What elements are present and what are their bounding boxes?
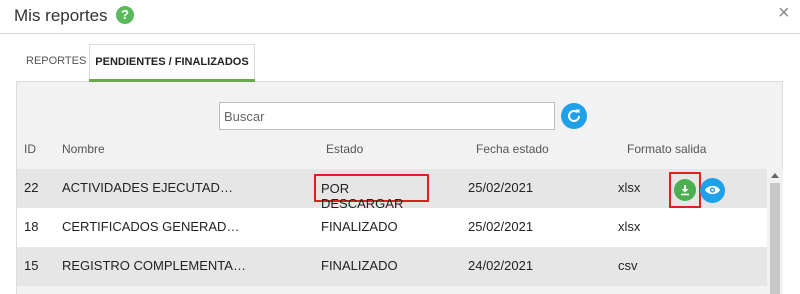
help-icon[interactable]: ? — [116, 6, 134, 24]
row-id: 15 — [24, 258, 39, 273]
table-row[interactable]: 18 CERTIFICADOS GENERAD… FINALIZADO 25/0… — [17, 208, 767, 247]
eye-icon — [705, 185, 720, 195]
row-date: 25/02/2021 — [468, 219, 534, 234]
download-highlight — [669, 172, 701, 208]
table-scrollbar[interactable] — [767, 169, 783, 294]
status-highlight: POR DESCARGAR — [314, 174, 429, 211]
column-header-id: ID — [24, 142, 36, 156]
row-status: FINALIZADO — [321, 258, 398, 273]
search-input[interactable] — [219, 102, 555, 130]
scroll-up-icon[interactable] — [771, 173, 779, 178]
row-format: xlsx — [618, 180, 641, 195]
row-format: csv — [618, 258, 638, 273]
column-header-nombre: Nombre — [62, 142, 105, 156]
table-row[interactable]: 22 ACTIVIDADES EJECUTAD… POR DESCARGAR 2… — [17, 169, 767, 211]
refresh-icon — [568, 109, 580, 122]
tab-bar: REPORTES PENDIENTES / FINALIZADOS — [16, 44, 783, 82]
row-date: 24/02/2021 — [468, 258, 534, 273]
row-name: ACTIVIDADES EJECUTAD… — [62, 180, 233, 195]
row-name: CERTIFICADOS GENERAD… — [62, 219, 240, 234]
download-icon — [681, 185, 689, 196]
download-button[interactable] — [674, 179, 696, 201]
column-header-formato-salida: Formato salida — [627, 142, 707, 156]
refresh-button[interactable] — [561, 103, 587, 129]
row-format: xlsx — [618, 219, 641, 234]
row-id: 18 — [24, 219, 39, 234]
column-header-fecha-estado: Fecha estado — [476, 142, 549, 156]
row-name: REGISTRO COMPLEMENTA… — [62, 258, 246, 273]
column-header-estado: Estado — [326, 142, 364, 156]
row-status: FINALIZADO — [321, 219, 398, 234]
tab-pendientes-finalizados[interactable]: PENDIENTES / FINALIZADOS — [89, 44, 255, 82]
dialog-title: Mis reportes — [14, 6, 108, 25]
scroll-thumb[interactable] — [770, 183, 780, 294]
tab-reportes[interactable]: REPORTES — [16, 44, 96, 81]
table-row[interactable]: 15 REGISTRO COMPLEMENTA… FINALIZADO 24/0… — [17, 247, 767, 286]
row-date: 25/02/2021 — [468, 180, 534, 195]
close-icon[interactable]: × — [778, 2, 790, 25]
row-status: POR DESCARGAR — [321, 181, 404, 211]
row-id: 22 — [24, 180, 39, 195]
dialog-header: Mis reportes ? × — [0, 0, 800, 34]
view-button[interactable] — [700, 178, 725, 203]
